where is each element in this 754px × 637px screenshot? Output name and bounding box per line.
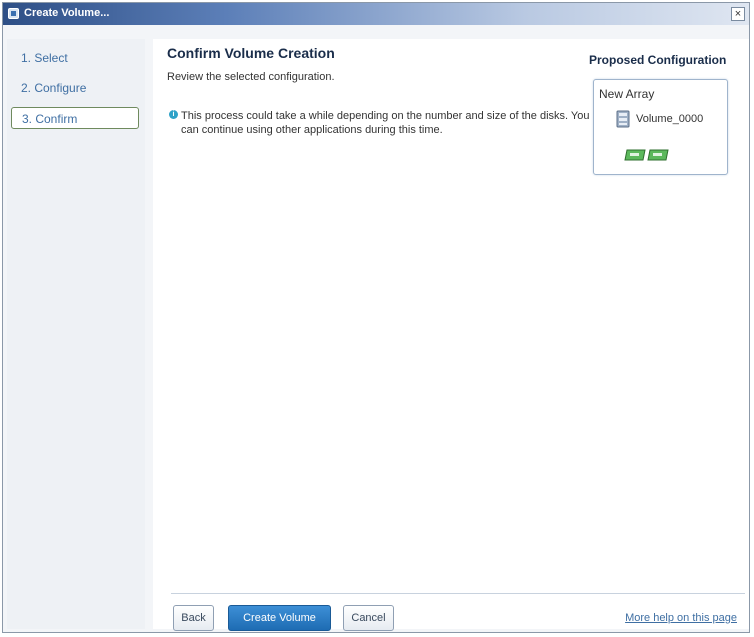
info-message: This process could take a while dependin… <box>181 110 590 136</box>
main-panel: Confirm Volume Creation Review the selec… <box>153 39 749 629</box>
step-confirm[interactable]: 3. Confirm <box>11 107 139 129</box>
volume-icon <box>616 110 630 128</box>
info-icon: i <box>169 110 178 119</box>
wizard-steps: 1. Select 2. Configure 3. Confirm <box>7 39 145 629</box>
step-select[interactable]: 1. Select <box>11 47 139 69</box>
proposed-configuration-title: Proposed Configuration <box>589 53 727 67</box>
disk-icon <box>624 149 646 161</box>
proposed-configuration-panel: New Array Volume_0000 <box>593 79 728 175</box>
page-subtitle: Review the selected configuration. <box>167 71 335 83</box>
app-icon <box>8 8 19 19</box>
step-configure[interactable]: 2. Configure <box>11 77 139 99</box>
title-bar[interactable]: Create Volume... × <box>3 3 749 25</box>
footer-divider <box>171 593 745 594</box>
create-volume-dialog: Create Volume... × 1. Select 2. Configur… <box>2 2 750 633</box>
create-volume-button[interactable]: Create Volume <box>228 605 331 631</box>
volume-label: Volume_0000 <box>636 113 704 125</box>
close-button[interactable]: × <box>731 7 745 21</box>
disk-icon <box>647 149 669 161</box>
back-button[interactable]: Back <box>173 605 214 631</box>
array-label: New Array <box>599 87 655 101</box>
window-title: Create Volume... <box>24 7 110 19</box>
cancel-button[interactable]: Cancel <box>343 605 394 631</box>
help-link[interactable]: More help on this page <box>625 612 737 624</box>
page-title: Confirm Volume Creation <box>167 45 335 61</box>
